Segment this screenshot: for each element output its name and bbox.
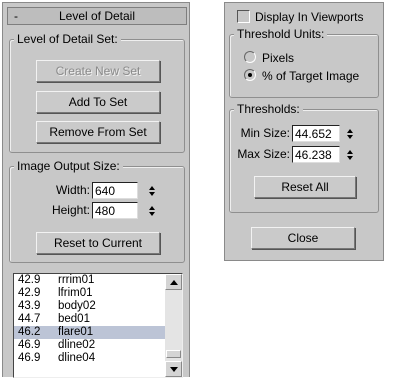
height-input[interactable] [92,202,138,219]
lod-options-panel: Display In Viewports Threshold Units: Pi… [224,2,384,261]
max-size-spinner[interactable] [344,146,355,163]
list-item-value: 46.2 [18,326,41,338]
min-size-label: Min Size: [240,126,290,140]
threshold-units-label: Threshold Units: [234,27,328,41]
thresholds-group: Thresholds: Min Size: Max Size: Reset Al… [229,102,379,213]
collapse-icon[interactable]: - [8,9,24,23]
min-size-input[interactable] [292,125,340,142]
lod-rollout-panel: - Level of Detail Level of Detail Set: C… [2,2,190,378]
list-item-value: 42.9 [18,287,41,299]
thresholds-label: Thresholds: [234,102,303,116]
chevron-down-icon [169,366,178,372]
list-item-name: rrrim01 [58,274,95,286]
image-output-size-group: Image Output Size: Width: Height: Reset … [9,159,185,263]
create-new-set-button[interactable]: Create New Set [36,60,160,82]
list-item[interactable]: 46.9 dline02 [14,339,182,352]
reset-all-button[interactable]: Reset All [254,176,356,198]
close-button[interactable]: Close [251,227,355,249]
width-spinner[interactable] [146,182,157,199]
scroll-up-button[interactable] [165,274,182,290]
percent-target-label: % of Target Image [262,69,360,83]
chevron-up-icon [169,279,178,285]
max-size-label: Max Size: [237,147,290,161]
lod-object-list[interactable]: 42.9 rrrim01 42.9 lfrim01 43.9 body02 44.7 bed0… [13,273,183,378]
list-item[interactable]: 42.9 lfrim01 [14,287,182,300]
display-in-viewports-checkbox[interactable] [237,10,250,23]
list-item[interactable]: 42.9 rrrim01 [14,274,182,287]
scroll-down-button[interactable] [165,361,182,377]
list-item-name: flare01 [58,326,94,338]
threshold-units-group: Threshold Units: Pixels % of Target Imag… [229,27,379,98]
reset-to-current-button[interactable]: Reset to Current [36,232,160,254]
list-rows: 42.9 rrrim01 42.9 lfrim01 43.9 body02 44.7 bed0… [14,274,182,365]
list-item-name: dline04 [58,352,96,364]
list-item-value: 46.9 [18,339,41,351]
list-item[interactable]: 46.9 dline04 [14,352,182,365]
list-item-name: body02 [58,300,96,312]
height-label: Height: [51,203,90,217]
max-size-input[interactable] [292,146,340,163]
list-scrollbar[interactable] [165,274,182,377]
list-item[interactable]: 46.2 flare01 [14,326,182,339]
percent-target-radio[interactable] [244,69,256,81]
list-item-name: lfrim01 [58,287,93,299]
image-output-size-label: Image Output Size: [14,159,123,173]
display-in-viewports-label: Display In Viewports [255,10,364,24]
list-item-name: dline02 [58,339,96,351]
rollout-title: Level of Detail [58,9,136,23]
remove-from-set-button[interactable]: Remove From Set [36,121,160,143]
list-item[interactable]: 44.7 bed01 [14,313,182,326]
list-item-value: 44.7 [18,313,41,325]
scroll-thumb[interactable] [166,350,181,358]
height-spinner[interactable] [146,202,157,219]
add-to-set-button[interactable]: Add To Set [36,91,160,113]
pixels-label: Pixels [262,51,295,65]
pixels-radio[interactable] [244,51,256,63]
list-item-value: 46.9 [18,352,41,364]
list-item-name: bed01 [58,313,90,325]
rollout-header[interactable]: - Level of Detail [7,7,187,25]
list-item[interactable]: 43.9 body02 [14,300,182,313]
list-item-value: 43.9 [18,300,41,312]
lod-set-group: Level of Detail Set: Create New Set Add … [9,32,185,153]
lod-set-label: Level of Detail Set: [14,32,121,46]
width-label: Width: [55,183,90,197]
min-size-spinner[interactable] [344,125,355,142]
width-input[interactable] [92,182,138,199]
list-item-value: 42.9 [18,274,41,286]
